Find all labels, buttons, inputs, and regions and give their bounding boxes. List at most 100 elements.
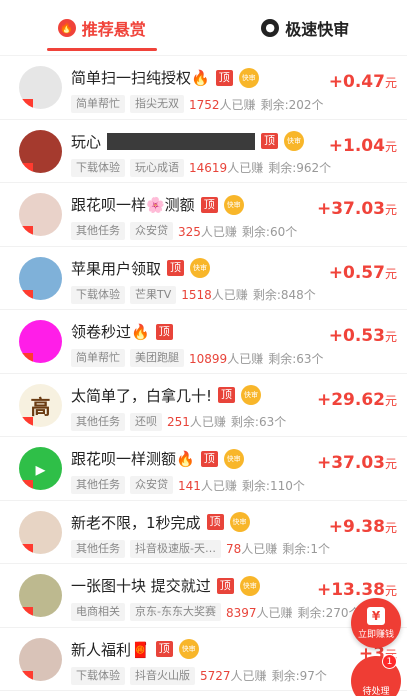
flame-icon: 🔥 — [57, 18, 76, 37]
fast-review-badge: 快审 — [284, 131, 305, 151]
reward-amount: +1.04元 — [329, 136, 397, 156]
task-title: 跟花呗一样测额🔥 — [71, 450, 195, 468]
reward-unit: 元 — [384, 330, 397, 344]
reward-amount: +0.57元 — [329, 263, 397, 283]
earned-suffix: 人已赚 — [189, 415, 226, 429]
fast-review-badge: 快审 — [190, 258, 211, 278]
reward-value: +0.57 — [328, 262, 385, 283]
task-row[interactable]: 简单扫一扫纯授权🔥 顶 快审 简单帮忙 指尖无双 1752人已赚 剩余:202个… — [0, 56, 407, 120]
avatar: ▸ — [19, 447, 62, 490]
reward-value: +29.62 — [316, 389, 385, 410]
user-icon: ● — [261, 18, 280, 37]
avatar — [19, 256, 62, 300]
task-meta: 简单帮忙 美团跑腿 10899人已赚 剩余:63个 — [71, 349, 324, 367]
task-app-tag: 玩心成语 — [130, 158, 184, 177]
earned-count: 5727人已赚 — [200, 667, 267, 684]
reward-value: +37.03 — [316, 453, 385, 473]
earned-count: 251人已赚 — [167, 413, 226, 430]
earned-count: 8397人已赚 — [226, 604, 293, 621]
pinned-top-badge: 顶 — [167, 260, 185, 276]
reward-unit: 元 — [384, 457, 397, 471]
fast-review-badge: 快审 — [241, 385, 262, 405]
task-app-tag: 抖音极速版-天… — [130, 539, 221, 558]
avatar-corner-badge — [19, 480, 33, 490]
tab-recommended-bounty[interactable]: 🔥 推荐悬赏 — [0, 0, 204, 55]
remaining-count: 剩余:202个 — [260, 97, 324, 112]
reward-amount: +0.47元 — [329, 72, 397, 92]
task-row[interactable]: 新人福利🧧 顶 快审 下载体验 抖音火山版 5727人已赚 剩余:97个 +3元 — [0, 628, 407, 691]
task-row[interactable]: 跟花呗一样🌸测额 顶 快审 其他任务 众安贷 325人已赚 剩余:60个 +37… — [0, 183, 407, 247]
pending-button[interactable]: 1 待处理 — [351, 654, 401, 696]
task-title: 苹果用户领取 — [71, 259, 162, 278]
task-app-tag: 京东-东东大奖赛 — [130, 603, 221, 621]
task-app-tag: 芒果TV — [130, 285, 177, 304]
avatar-corner-badge — [19, 607, 33, 617]
remaining-count: 剩余:962个 — [268, 161, 332, 175]
reward-value: +1.04 — [328, 135, 385, 156]
task-title: 太简单了，白拿几十! — [71, 386, 213, 405]
task-row[interactable]: ▸ 跟花呗一样测额🔥 顶 快审 其他任务 众安贷 141人已赚 剩余:110个 … — [0, 437, 407, 501]
reward-amount: +37.03元 — [317, 453, 397, 473]
earned-number: 78 — [225, 542, 242, 556]
pinned-top-badge: 顶 — [200, 196, 218, 213]
earn-now-label: 立即赚钱 — [357, 629, 394, 640]
task-meta: 简单帮忙 指尖无双 1752人已赚 剩余:202个 — [71, 95, 324, 113]
task-meta: 下载体验 芒果TV 1518人已赚 剩余:848个 — [71, 285, 316, 304]
reward-unit: 元 — [384, 76, 397, 90]
earned-count: 14619人已赚 — [189, 159, 263, 176]
earned-number: 10899 — [189, 351, 228, 366]
earned-number: 325 — [178, 224, 201, 239]
task-row[interactable]: 玩心 顶 快审 下载体验 玩心成语 14619人已赚 剩余:962个 +1.04… — [0, 120, 407, 183]
active-tab-indicator — [46, 48, 157, 51]
remaining-count: 剩余:848个 — [252, 288, 316, 302]
task-title-line: 新人福利🧧 顶 快审 — [71, 639, 199, 660]
earned-suffix: 人已赚 — [227, 161, 264, 175]
task-row[interactable]: 一张图十块 提交就过 顶 快审 电商相关 京东-东东大奖赛 8397人已赚 剩余… — [0, 564, 407, 628]
task-category-tag: 简单帮忙 — [71, 349, 125, 367]
pinned-top-badge: 顶 — [261, 133, 279, 149]
avatar-corner-badge — [19, 670, 33, 681]
task-app-tag: 指尖无双 — [130, 95, 184, 113]
task-meta: 下载体验 玩心成语 14619人已赚 剩余:962个 — [71, 158, 332, 177]
earned-suffix: 人已赚 — [256, 605, 293, 620]
earned-count: 10899人已赚 — [189, 350, 263, 367]
task-title-line: 一张图十块 提交就过 顶 快审 — [71, 575, 260, 596]
task-meta: 下载体验 抖音火山版 5727人已赚 剩余:97个 — [71, 666, 327, 685]
task-row[interactable]: 领卷秒过🔥 顶 简单帮忙 美团跑腿 10899人已赚 剩余:63个 +0.53元 — [0, 310, 407, 374]
fast-review-badge: 快审 — [178, 639, 199, 659]
pending-label: 待处理 — [362, 687, 390, 696]
avatar-corner-badge — [19, 353, 33, 363]
fast-review-badge: 快审 — [239, 575, 260, 596]
remaining-count: 剩余:60个 — [241, 224, 298, 239]
task-row[interactable]: 新老不限，1秒完成 顶 快审 其他任务 抖音极速版-天… 78人已赚 剩余:1个… — [0, 501, 407, 564]
reward-unit: 元 — [384, 584, 397, 598]
task-row[interactable]: 苹果用户领取 顶 快审 下载体验 芒果TV 1518人已赚 剩余:848个 +0… — [0, 247, 407, 310]
reward-unit: 元 — [384, 139, 397, 154]
tab-label: 极速快审 — [285, 19, 350, 39]
task-category-tag: 电商相关 — [71, 603, 125, 621]
yen-icon: ¥ — [367, 606, 385, 625]
task-title-line: 跟花呗一样测额🔥 顶 快审 — [71, 448, 244, 469]
tab-fast-review[interactable]: ● 极速快审 — [204, 0, 407, 55]
task-row[interactable]: 高 太简单了，白拿几十! 顶 快审 其他任务 还呗 251人已赚 剩余:63个 … — [0, 374, 407, 437]
earned-suffix: 人已赚 — [200, 478, 237, 493]
earned-number: 1752 — [189, 97, 220, 112]
earned-suffix: 人已赚 — [241, 542, 278, 556]
task-app-tag: 众安贷 — [130, 222, 173, 240]
task-category-tag: 下载体验 — [71, 666, 125, 685]
remaining-count: 剩余:63个 — [268, 351, 324, 366]
fast-review-badge: 快审 — [223, 194, 244, 215]
task-title: 跟花呗一样🌸测额 — [71, 196, 195, 214]
earned-number: 1518 — [181, 288, 212, 302]
avatar-corner-badge — [19, 99, 33, 109]
avatar — [19, 510, 62, 554]
task-meta: 其他任务 还呗 251人已赚 剩余:63个 — [71, 412, 286, 431]
task-title: 简单扫一扫纯授权🔥 — [71, 69, 210, 87]
pinned-top-badge: 顶 — [206, 514, 224, 530]
task-meta: 其他任务 抖音极速版-天… 78人已赚 剩余:1个 — [71, 539, 330, 558]
avatar — [19, 637, 62, 681]
earn-now-button[interactable]: ¥ 立即赚钱 — [351, 598, 401, 648]
task-title: 新人福利🧧 — [71, 640, 150, 659]
reward-value: +0.47 — [328, 72, 385, 92]
earned-count: 78人已赚 — [226, 540, 277, 557]
